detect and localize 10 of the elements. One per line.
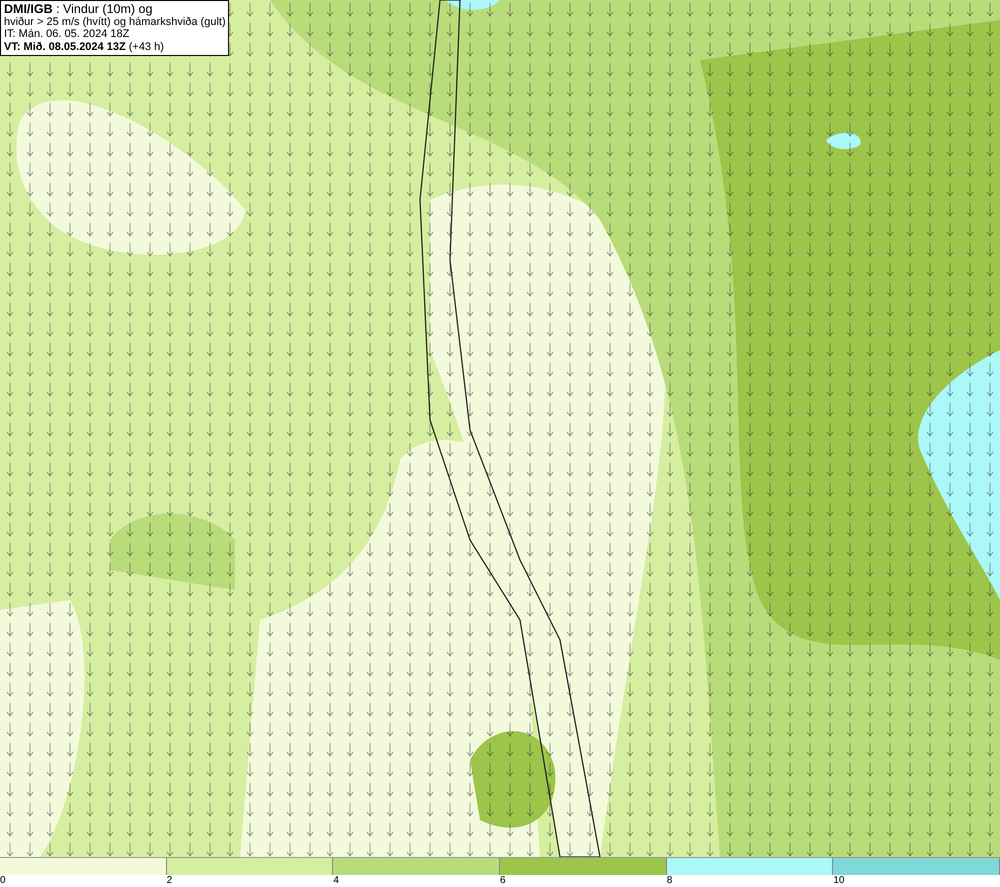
scale-label: 6 [500, 875, 506, 886]
scale-label: 4 [333, 875, 339, 886]
scale-label: 10 [833, 875, 844, 886]
info-text: hviður > 25 m/s (hvítt) og hámarkshviða (gult) [4, 16, 225, 28]
scale-label: 0 [0, 875, 6, 886]
info-text: DMI/IGB : Vindur (10m) og [4, 3, 154, 16]
info-text: IT: Mán. 06. 05. 2024 18Z [4, 28, 130, 40]
scale-label: 2 [166, 875, 172, 886]
info-text: VT: Mið. 08.05.2024 13Z (+43 h) [4, 40, 165, 53]
scale-label: 8 [666, 875, 672, 886]
